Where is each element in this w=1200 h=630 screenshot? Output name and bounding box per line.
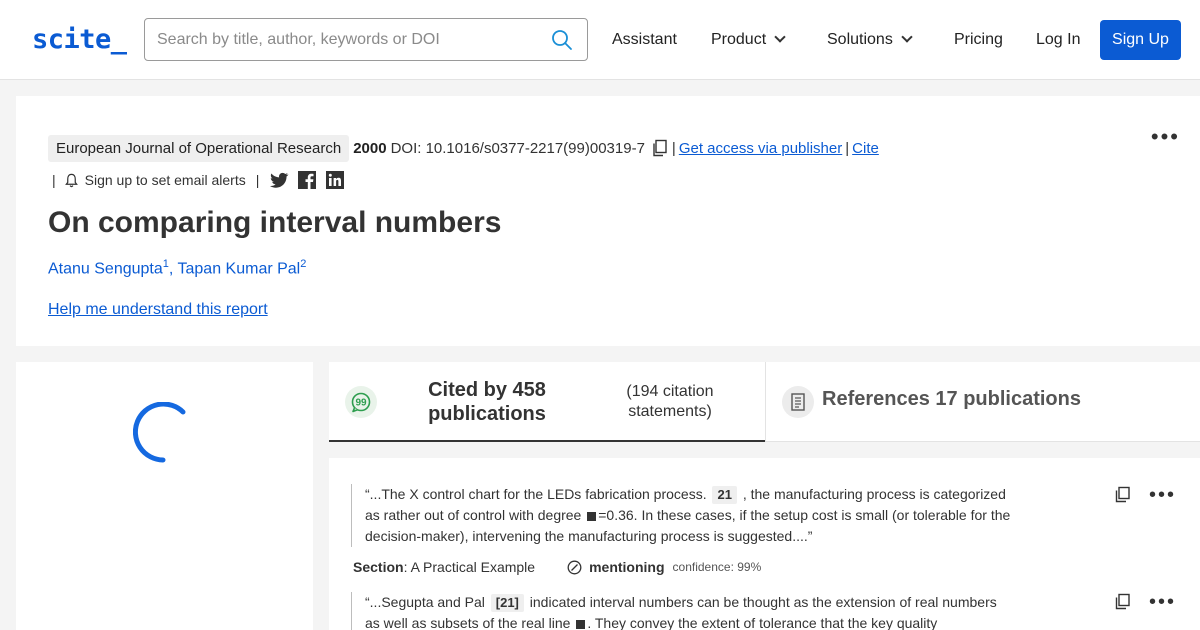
copy-icon[interactable]: [651, 139, 669, 157]
speech-bubble-icon: 99: [345, 386, 377, 418]
reference-badge[interactable]: [21]: [490, 594, 524, 612]
doi-text: DOI: 10.1016/s0377-2217(99)00319-7: [390, 139, 645, 157]
get-access-link[interactable]: Get access via publisher: [679, 140, 842, 157]
signup-button[interactable]: Sign Up: [1100, 20, 1181, 60]
scite-logo[interactable]: scite_: [32, 24, 127, 55]
symbol-glyph: [576, 619, 586, 629]
svg-text:99: 99: [355, 398, 367, 409]
tab-cited-by[interactable]: 99 Cited by 458 publications (194 citati…: [329, 362, 765, 442]
separator: |: [52, 172, 56, 188]
author-affiliation: 2: [300, 258, 307, 270]
nav-login[interactable]: Log In: [1036, 31, 1080, 49]
citation-statements-count: (194 citation statements): [626, 383, 714, 420]
more-options-icon[interactable]: •••: [1151, 124, 1180, 150]
author-link[interactable]: Tapan Kumar Pal: [178, 260, 301, 277]
nav-assistant[interactable]: Assistant: [612, 31, 677, 49]
copy-icon[interactable]: [1114, 486, 1131, 503]
left-panel: [16, 362, 313, 630]
document-icon: [782, 386, 814, 418]
chevron-down-icon: [774, 31, 786, 43]
citation-type[interactable]: mentioning: [589, 559, 664, 575]
nav-product[interactable]: Product: [711, 31, 786, 49]
email-alert-link[interactable]: Sign up to set email alerts: [85, 172, 246, 188]
section-name: : A Practical Example: [403, 559, 536, 575]
nav-solutions-label: Solutions: [827, 31, 893, 48]
paper-card: European Journal of Operational Research…: [16, 96, 1200, 346]
search-input[interactable]: [157, 19, 547, 60]
quote-text: “...The X control chart for the LEDs fab…: [365, 486, 707, 502]
alert-row: | Sign up to set email alerts |: [48, 170, 345, 190]
nav-solutions[interactable]: Solutions: [827, 31, 913, 49]
nav-product-label: Product: [711, 31, 767, 48]
search-icon[interactable]: [551, 29, 573, 51]
nav-pricing[interactable]: Pricing: [954, 31, 1003, 49]
references-count: References 17 publications: [822, 388, 1081, 410]
author-affiliation: 1: [162, 258, 169, 270]
citation-list: “...The X control chart for the LEDs fab…: [329, 458, 1200, 630]
paper-meta-row: European Journal of Operational Research…: [48, 133, 879, 163]
linkedin-icon[interactable]: [325, 170, 345, 190]
citation-tabs: 99 Cited by 458 publications (194 citati…: [329, 362, 1200, 442]
twitter-icon[interactable]: [269, 170, 289, 190]
publication-year: 2000: [353, 139, 387, 157]
chevron-down-icon: [901, 31, 913, 43]
paper-title: On comparing interval numbers: [48, 206, 502, 239]
more-options-icon[interactable]: •••: [1149, 592, 1176, 612]
citation-quote: “...The X control chart for the LEDs fab…: [351, 484, 1011, 547]
separator: |: [845, 139, 850, 157]
mentioning-icon: [567, 560, 582, 574]
search-box[interactable]: [144, 18, 588, 61]
separator: |: [671, 139, 676, 157]
author-link[interactable]: Atanu Sengupta: [48, 260, 163, 277]
author-list: Atanu Sengupta1, Tapan Kumar Pal2: [48, 258, 307, 278]
symbol-glyph: [587, 511, 597, 521]
help-understand-link[interactable]: Help me understand this report: [48, 301, 268, 319]
quote-text: “...Segupta and Pal: [365, 594, 485, 610]
top-header: scite_ Assistant Product Solutions Prici…: [0, 0, 1200, 80]
copy-icon[interactable]: [1114, 593, 1131, 610]
loading-spinner: [133, 402, 186, 463]
confidence-score: confidence: 99%: [672, 560, 762, 574]
separator: |: [255, 172, 260, 188]
facebook-icon[interactable]: [297, 170, 317, 190]
citation-quote: “...Segupta and Pal [21] indicated inter…: [351, 592, 1011, 630]
reference-badge[interactable]: 21: [712, 486, 737, 504]
citation-meta: Section: A Practical Example mentioning …: [353, 559, 761, 575]
cited-by-count: Cited by 458 publications: [428, 379, 546, 425]
section-label: Section: [353, 559, 404, 575]
bell-icon[interactable]: [64, 173, 79, 188]
more-options-icon[interactable]: •••: [1149, 485, 1176, 505]
journal-badge[interactable]: European Journal of Operational Research: [48, 134, 350, 162]
cite-link[interactable]: Cite: [852, 140, 879, 157]
tab-references[interactable]: References 17 publications: [765, 362, 1200, 442]
